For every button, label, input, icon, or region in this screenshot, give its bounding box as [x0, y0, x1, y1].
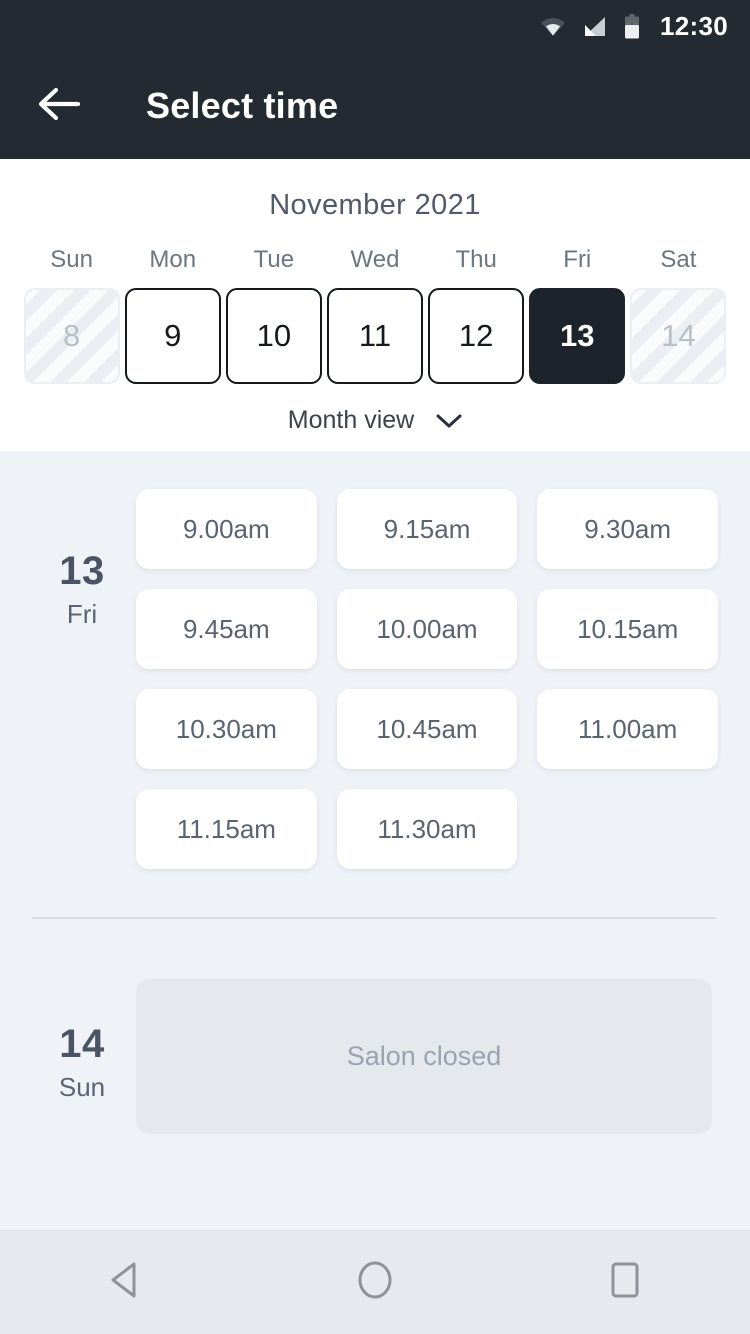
time-slot[interactable]: 11.00am [537, 689, 718, 769]
time-slot[interactable]: 10.30am [136, 689, 317, 769]
time-slot[interactable]: 10.15am [537, 589, 718, 669]
time-slot-grid: 9.00am 9.15am 9.30am 9.45am 10.00am 10.1… [132, 489, 718, 869]
week-strip: 8 9 10 11 12 13 14 [0, 288, 750, 384]
day-cell-10[interactable]: 10 [225, 288, 322, 384]
day-cell-13-selected[interactable]: 13 [529, 288, 626, 384]
time-slot[interactable]: 9.00am [136, 489, 317, 569]
status-bar-clock: 12:30 [660, 11, 728, 41]
recents-square-icon [608, 1261, 642, 1304]
nav-home-button[interactable] [320, 1231, 430, 1334]
signal-icon [583, 16, 607, 38]
chevron-down-icon [436, 413, 462, 429]
day-of-week-row: Sun Mon Tue Wed Thu Fri Sat [0, 246, 750, 288]
android-nav-bar [0, 1230, 750, 1334]
time-slot[interactable]: 9.15am [336, 489, 518, 569]
day-cell-14: 14 [630, 288, 727, 384]
day-cell-8: 8 [23, 288, 120, 384]
dow-label-sun: Sun [50, 246, 93, 273]
time-slot[interactable]: 10.45am [336, 689, 518, 769]
back-triangle-icon [107, 1261, 143, 1304]
time-slot[interactable]: 9.45am [136, 589, 317, 669]
page-title: Select time [146, 85, 339, 126]
home-circle-icon [356, 1260, 394, 1305]
time-slot[interactable]: 10.00am [336, 589, 518, 669]
schedule-area: 13 Fri 9.00am 9.15am 9.30am 9.45am 10.00… [0, 451, 750, 1230]
status-bar: 12:30 [0, 0, 750, 53]
section-divider [32, 917, 716, 919]
time-slot[interactable]: 11.15am [136, 789, 317, 869]
calendar-panel: November 2021 Sun Mon Tue Wed Thu Fri Sa… [0, 159, 750, 451]
dow-label-thu: Thu [455, 246, 497, 273]
salon-closed-panel: Salon closed [136, 979, 712, 1134]
day-group-weekday: Sun [58, 1072, 106, 1102]
day-group-13: 13 Fri 9.00am 9.15am 9.30am 9.45am 10.00… [0, 489, 750, 869]
time-slot[interactable]: 9.30am [537, 489, 718, 569]
day-group-weekday: Fri [66, 599, 98, 629]
back-button[interactable] [34, 80, 86, 132]
day-group-14: 14 Sun Salon closed [0, 979, 750, 1134]
dow-label-wed: Wed [350, 246, 400, 273]
dow-label-fri: Fri [563, 246, 592, 273]
day-group-number: 14 [59, 1022, 105, 1066]
dow-label-tue: Tue [253, 246, 295, 273]
day-cell-9[interactable]: 9 [124, 288, 221, 384]
app-bar: Select time [0, 53, 750, 159]
day-group-label-14: 14 Sun [32, 979, 132, 1134]
time-slot[interactable]: 11.30am [336, 789, 518, 869]
day-group-label-13: 13 Fri [32, 489, 132, 630]
calendar-month-title: November 2021 [269, 189, 481, 221]
app-screen: 12:30 Select time November 2021 Sun Mon … [0, 0, 750, 1334]
month-view-label: Month view [287, 406, 415, 434]
wifi-icon [540, 16, 566, 38]
dow-label-sat: Sat [660, 246, 697, 273]
day-group-number: 13 [59, 549, 105, 593]
dow-label-mon: Mon [149, 246, 197, 273]
status-icons [540, 14, 640, 39]
back-arrow-icon [38, 87, 82, 126]
month-view-toggle[interactable]: Month view [0, 406, 750, 435]
nav-back-button[interactable] [70, 1231, 180, 1334]
battery-icon [624, 14, 640, 39]
day-cell-12[interactable]: 12 [428, 288, 525, 384]
nav-recents-button[interactable] [570, 1231, 680, 1334]
day-cell-11[interactable]: 11 [326, 288, 423, 384]
